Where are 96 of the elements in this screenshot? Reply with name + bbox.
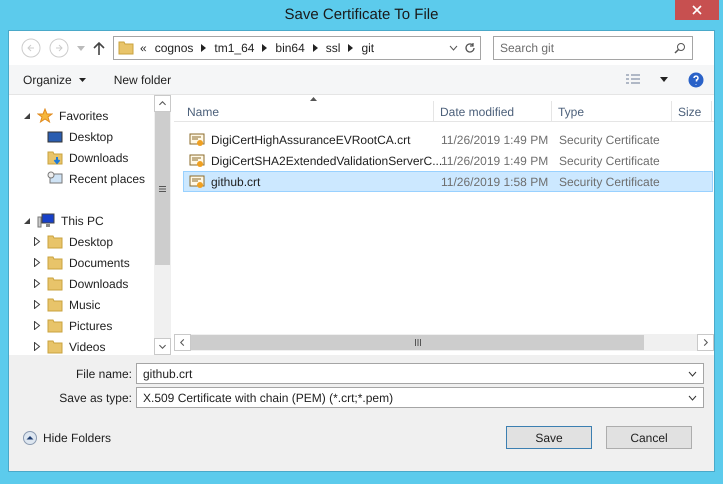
address-bar[interactable]: « cognos tm1_64 bin64 ssl git — [113, 36, 481, 60]
scroll-right-icon[interactable] — [697, 334, 714, 351]
caret-icon — [78, 78, 86, 82]
chevron-down-icon[interactable] — [449, 45, 458, 51]
certificate-icon — [189, 152, 205, 168]
monitor-icon — [47, 128, 63, 144]
breadcrumb-item[interactable]: ssl — [324, 39, 342, 57]
scroll-left-icon[interactable] — [174, 334, 191, 351]
overflow-chevron[interactable]: « — [140, 39, 147, 57]
folder-icon — [47, 234, 63, 250]
scroll-down-icon[interactable] — [154, 338, 171, 355]
expand-arrow-icon[interactable] — [33, 258, 41, 267]
date-cell-text: 11/26/2019 1:58 PM — [440, 174, 550, 190]
chevron-down-icon[interactable] — [688, 370, 697, 376]
field-label: File name: — [74, 366, 132, 382]
column-header[interactable]: Type — [552, 101, 672, 122]
scrollbar-thumb[interactable] — [191, 335, 644, 350]
caret-icon[interactable] — [660, 77, 668, 82]
nav-item[interactable]: Downloads — [9, 147, 154, 168]
file-name: DigiCertHighAssuranceEVRootCA.crt — [211, 132, 410, 148]
chevron-down-icon[interactable] — [688, 394, 697, 400]
nav-item[interactable]: Desktop — [9, 231, 154, 252]
sort-ascending-icon — [310, 97, 317, 101]
new-folder-button[interactable]: New folder — [110, 70, 176, 88]
type-cell-text: Security Certificate — [558, 152, 660, 170]
star-icon — [37, 108, 53, 124]
grip-icon — [414, 339, 420, 346]
type-cell-text: Security Certificate — [558, 132, 660, 148]
recent-places-icon — [47, 170, 63, 186]
certificate-icon — [189, 132, 205, 148]
nav-item[interactable]: Desktop — [9, 126, 154, 147]
chevron-right-icon[interactable] — [201, 44, 206, 52]
search-field[interactable]: Search git — [493, 36, 693, 60]
expand-arrow-icon[interactable] — [33, 342, 41, 351]
breadcrumb-item[interactable]: git — [359, 39, 376, 57]
folder-icon — [47, 338, 63, 354]
scroll-up-icon[interactable] — [154, 95, 171, 112]
file-row[interactable]: DigiCertSHA2ExtendedValidationServerC...11/26/2019 1:49 PM Security Certificate — [183, 150, 713, 171]
expand-arrow-icon[interactable] — [33, 321, 41, 330]
grip-icon — [159, 186, 166, 192]
help-icon[interactable] — [688, 72, 704, 88]
close-button[interactable] — [675, 0, 719, 20]
file-name: DigiCertSHA2ExtendedValidationServerC... — [211, 152, 442, 170]
expand-arrow-icon[interactable] — [33, 279, 41, 288]
file-row[interactable]: DigiCertHighAssuranceEVRootCA.crt 11/26/2019 1:49 PM Security Certificate — [183, 129, 713, 150]
nav-item[interactable]: Pictures — [9, 315, 154, 336]
horizontal-scrollbar[interactable] — [174, 334, 714, 351]
date-cell-text: 11/26/2019 1:49 PM — [440, 132, 550, 148]
chevron-right-icon[interactable] — [312, 44, 318, 52]
computer-icon — [37, 212, 55, 228]
close-icon — [692, 5, 702, 15]
breadcrumb-item[interactable]: tm1_64 — [212, 39, 256, 57]
expand-arrow-icon[interactable] — [33, 300, 41, 309]
view-list-icon[interactable] — [626, 74, 640, 86]
column-header[interactable]: Name — [174, 101, 434, 122]
folder-icon — [47, 318, 63, 334]
organize-button[interactable]: Organize — [19, 70, 90, 88]
breadcrumb-item[interactable]: bin64 — [273, 39, 307, 57]
collapse-arrow-icon[interactable] — [23, 216, 31, 224]
file-name: github.crt — [211, 174, 260, 190]
scrollbar-thumb[interactable] — [155, 112, 170, 265]
date-cell-text: 11/26/2019 1:49 PM — [441, 152, 550, 170]
nav-item[interactable]: Music — [9, 294, 154, 315]
download-folder-icon — [47, 150, 63, 166]
chevron-right-icon[interactable] — [262, 44, 268, 52]
refresh-icon[interactable] — [464, 42, 476, 54]
chevron-right-icon[interactable] — [348, 44, 354, 52]
breadcrumb-item[interactable]: cognos — [152, 39, 196, 57]
certificate-icon — [189, 174, 205, 190]
nav-item[interactable]: Documents — [9, 252, 154, 273]
nav-item[interactable]: Recent places — [9, 168, 154, 189]
expand-arrow-icon[interactable] — [33, 237, 41, 246]
folder-icon — [47, 296, 63, 312]
nav-item[interactable]: Downloads — [9, 273, 154, 294]
nav-item[interactable]: This PC — [9, 210, 154, 231]
field-label: Save as type: — [58, 390, 132, 406]
cancel-button[interactable]: Cancel — [606, 426, 692, 449]
column-header[interactable]: Size — [672, 101, 712, 122]
vertical-scrollbar[interactable] — [154, 95, 171, 355]
folder-icon — [47, 276, 63, 292]
window-title: Save Certificate To File — [284, 4, 438, 25]
type-cell-text: Security Certificate — [558, 174, 660, 190]
folder-icon — [47, 254, 63, 270]
hide-folders-button[interactable]: Hide Folders — [23, 428, 112, 446]
save-button[interactable]: Save — [506, 426, 592, 449]
save-type-dropdown[interactable]: X.509 Certificate with chain (PEM) (*.crt;*.pem) — [136, 387, 704, 408]
column-header[interactable]: Date modified — [434, 101, 552, 122]
up-arrow-icon[interactable] — [93, 41, 105, 55]
search-icon — [674, 42, 686, 54]
nav-item[interactable]: Videos — [9, 336, 154, 355]
file-name-field[interactable]: github.crt — [136, 363, 704, 384]
nav-item[interactable]: Favorites — [9, 105, 154, 126]
file-row[interactable]: github.crt 11/26/2019 1:58 PM Security Certificate — [183, 171, 713, 192]
collapse-icon — [23, 430, 37, 444]
folder-icon — [118, 40, 134, 56]
collapse-arrow-icon[interactable] — [23, 112, 31, 120]
